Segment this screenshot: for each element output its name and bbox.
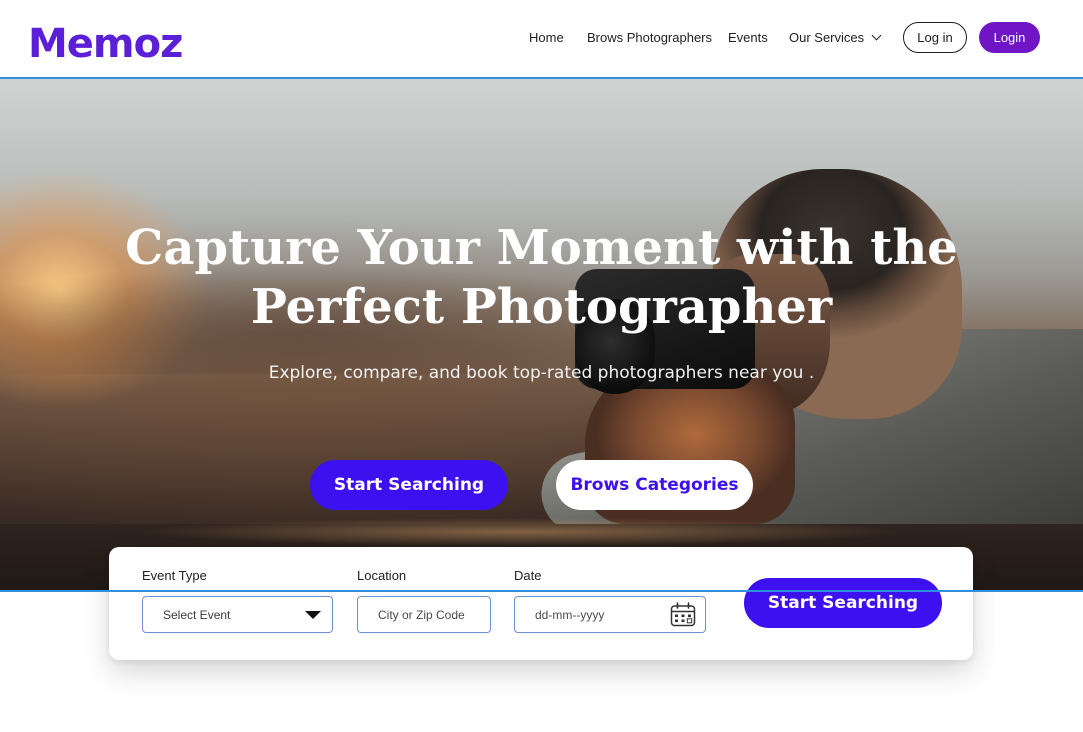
chevron-down-icon xyxy=(871,30,882,40)
log-in-button[interactable]: Log in xyxy=(903,22,967,53)
logo[interactable]: Memoz xyxy=(28,16,183,72)
date-field xyxy=(514,596,706,633)
hero-section: Capture Your Moment with the Perfect Pho… xyxy=(0,79,1083,592)
date-label: Date xyxy=(514,568,542,583)
date-input[interactable] xyxy=(535,607,665,622)
event-type-value: Select Event xyxy=(163,607,231,622)
search-card: Event Type Select Event Location Date St… xyxy=(109,547,973,660)
location-field xyxy=(357,596,491,633)
calendar-icon[interactable] xyxy=(670,602,696,627)
site-header: Memoz Home Brows Photographers Events Ou… xyxy=(0,0,1083,79)
hero-title: Capture Your Moment with the Perfect Pho… xyxy=(0,219,1083,337)
location-input[interactable] xyxy=(378,607,490,622)
hero-title-line-2: Perfect Photographer xyxy=(250,279,833,335)
event-type-label: Event Type xyxy=(142,568,207,583)
location-label: Location xyxy=(357,568,407,583)
hero-subtitle: Explore, compare, and book top-rated pho… xyxy=(268,363,815,383)
login-button[interactable]: Login xyxy=(979,22,1040,53)
event-type-select[interactable]: Select Event xyxy=(142,596,333,633)
caret-down-icon xyxy=(305,611,321,619)
nav-events[interactable]: Events xyxy=(728,22,768,53)
hero-rock-highlight xyxy=(140,517,900,547)
hero-bottom-divider xyxy=(0,590,1083,592)
search-submit-button[interactable]: Start Searching xyxy=(744,578,942,628)
hero-brows-categories-button[interactable]: Brows Categories xyxy=(556,460,753,510)
hero-title-line-1: Capture Your Moment with the xyxy=(125,220,958,276)
nav-home[interactable]: Home xyxy=(529,22,564,53)
nav-brows-photographers[interactable]: Brows Photographers xyxy=(587,22,712,53)
hero-start-searching-button[interactable]: Start Searching xyxy=(310,460,508,510)
nav-our-services-label: Our Services xyxy=(789,30,865,45)
nav-our-services[interactable]: Our Services xyxy=(789,22,882,53)
